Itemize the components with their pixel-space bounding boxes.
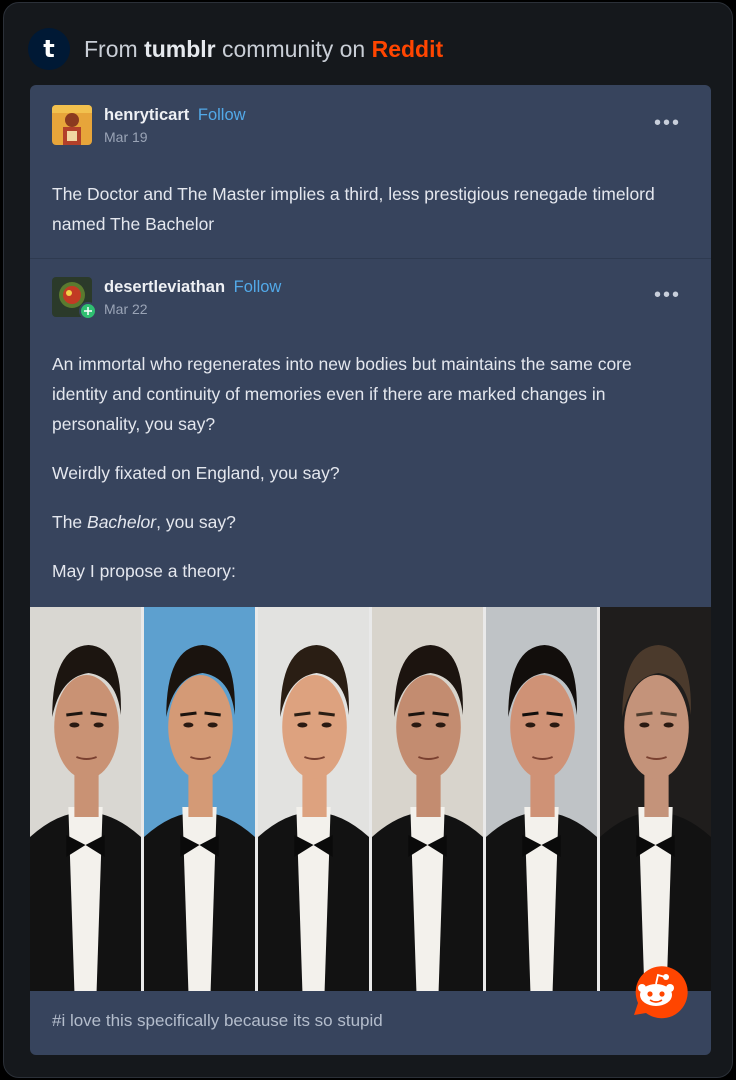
photo-collage[interactable] (30, 607, 711, 991)
post-paragraph: Weirdly fixated on England, you say? (52, 463, 340, 483)
follow-button[interactable]: Follow (198, 106, 246, 124)
header-prefix: From (84, 35, 138, 62)
post-paragraph: The Bachelor, you say? (52, 507, 689, 537)
username[interactable]: desertleviathan Follow (104, 278, 281, 297)
username-text[interactable]: henryticart (104, 106, 189, 124)
tumblr-post-card: henryticart Follow Mar 19 ••• The Doctor… (30, 85, 711, 1055)
post-header: henryticart Follow Mar 19 ••• (52, 105, 689, 165)
header-source: tumblr (144, 35, 216, 62)
bachelor-italic: Bachelor (87, 512, 157, 532)
more-options-icon[interactable]: ••• (654, 285, 681, 305)
photo-4 (372, 607, 483, 991)
post-desertleviathan: desertleviathan Follow Mar 22 ••• An imm… (30, 259, 711, 586)
photo-5 (486, 607, 597, 991)
header-middle: community on (222, 35, 366, 62)
avatar[interactable] (52, 105, 92, 145)
post-date: Mar 19 (104, 129, 148, 145)
username-text[interactable]: desertleviathan (104, 278, 225, 296)
avatar[interactable] (52, 277, 97, 320)
post-paragraph: May I propose a theory: (52, 561, 236, 581)
tumblr-logo-icon: t (28, 28, 70, 70)
photo-6 (600, 607, 711, 991)
follow-button[interactable]: Follow (234, 278, 282, 296)
bachelor-prefix: The (52, 512, 88, 532)
reddit-snoo-icon (624, 961, 688, 1025)
photo-2 (144, 607, 255, 991)
source-header: t From tumblr community on Reddit (28, 27, 443, 71)
photo-3 (258, 607, 369, 991)
post-paragraph: An immortal who regenerates into new bod… (52, 354, 632, 434)
post-body: An immortal who regenerates into new bod… (52, 337, 689, 586)
post-header: desertleviathan Follow Mar 22 ••• (52, 277, 689, 337)
post-date: Mar 22 (104, 301, 148, 317)
source-label: From tumblr community on Reddit (84, 36, 443, 63)
post-paragraph: The Doctor and The Master implies a thir… (52, 184, 655, 234)
post-tags[interactable]: #i love this specifically because its so… (52, 1011, 383, 1031)
post-body: The Doctor and The Master implies a thir… (52, 165, 689, 239)
photo-1 (30, 607, 141, 991)
more-options-icon[interactable]: ••• (654, 113, 681, 133)
username[interactable]: henryticart Follow (104, 106, 246, 125)
post-henryticart: henryticart Follow Mar 19 ••• The Doctor… (30, 85, 711, 239)
post-frame: t From tumblr community on Reddit henryt… (3, 2, 733, 1078)
header-platform[interactable]: Reddit (372, 36, 444, 62)
bachelor-suffix: , you say? (156, 512, 236, 532)
